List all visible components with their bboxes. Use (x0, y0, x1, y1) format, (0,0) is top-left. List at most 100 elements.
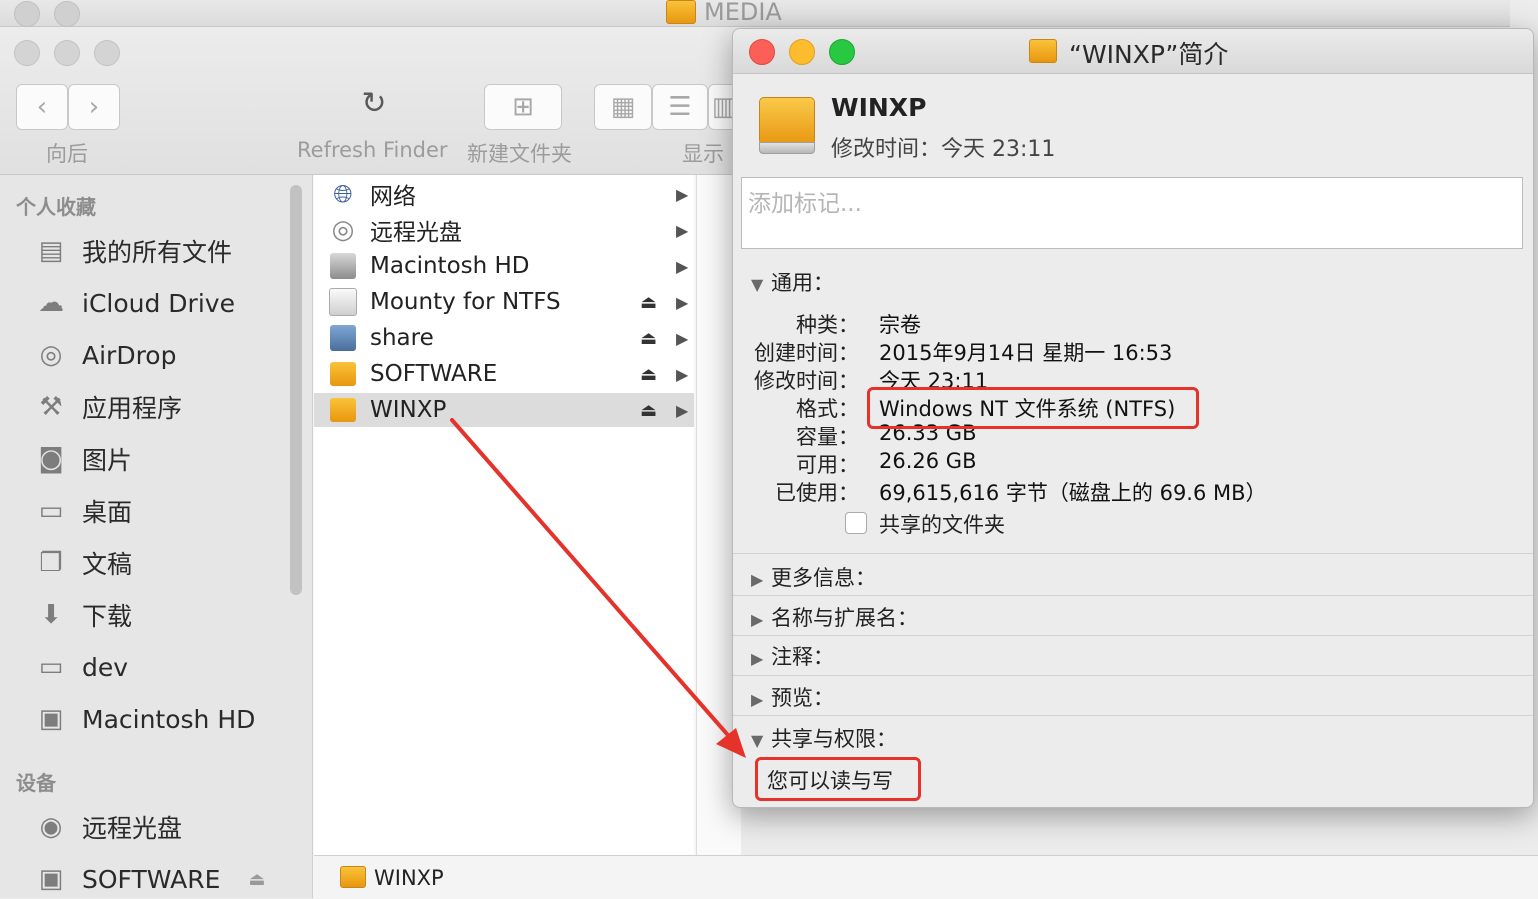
drive-icon (328, 360, 358, 388)
sidebar-item-remote-disc[interactable]: ◉ 远程光盘 (32, 807, 182, 847)
modified-key: 修改时间： (754, 369, 859, 393)
sidebar-item-label: SOFTWARE (82, 864, 221, 894)
minimize-button[interactable] (54, 40, 80, 66)
sidebar-item-pictures[interactable]: ◙ 图片 (32, 439, 132, 479)
background-window-title: MEDIA (704, 0, 782, 26)
list-item[interactable]: ◎ 远程光盘 ▶ (314, 213, 694, 247)
format-highlight-box (867, 387, 1199, 429)
sidebar-scrollbar[interactable] (290, 185, 302, 595)
finder-window: ‹ › 向后 ↻ Refresh Finder ⊞ 新建文件夹 ▦ ☰ ▥ 显示… (0, 28, 1538, 899)
sidebar-item-label: AirDrop (82, 340, 177, 370)
new-folder-button[interactable]: ⊞ (484, 84, 562, 130)
refresh-icon: ↻ (361, 86, 387, 121)
info-titlebar: “WINXP”简介 (733, 29, 1533, 74)
column-list: 🌐︎ 网络 ▶ ◎ 远程光盘 ▶ Macintosh HD ▶ Mounty for NT… (314, 175, 694, 855)
icon-view-button[interactable]: ▦ (594, 84, 652, 130)
sidebar-item-all-files[interactable]: ▤ 我的所有文件 (32, 231, 232, 271)
tags-input[interactable]: 添加标记... (741, 177, 1523, 249)
info-window-title: “WINXP”简介 (1069, 40, 1229, 69)
chevron-right-icon: ▶ (676, 184, 689, 204)
shared-folder-label: 共享的文件夹 (879, 513, 1005, 537)
section-title: 注释： (771, 645, 834, 669)
available-value: 26.26 GB (879, 449, 977, 473)
section-more-info[interactable]: ▶ 更多信息： (751, 562, 876, 592)
list-item[interactable]: share ⏏ ▶ (314, 321, 694, 355)
all-files-icon: ▤ (38, 236, 64, 266)
chevron-right-icon: › (88, 92, 100, 122)
zoom-button[interactable] (94, 40, 120, 66)
eject-icon[interactable]: ⏏ (640, 364, 657, 385)
divider (733, 595, 1533, 596)
list-item[interactable]: 🌐︎ 网络 ▶ (314, 177, 694, 211)
section-comments[interactable]: ▶ 注释： (751, 641, 834, 671)
format-key: 格式： (796, 397, 859, 421)
hard-drive-icon: ▣ (38, 704, 64, 734)
used-key: 已使用： (775, 481, 859, 505)
sidebar-item-software[interactable]: ▣ SOFTWARE ⏏ (32, 859, 266, 899)
section-preview[interactable]: ▶ 预览： (751, 682, 834, 712)
sidebar-item-desktop[interactable]: ▭ 桌面 (32, 491, 132, 531)
info-window: “WINXP”简介 WINXP 修改时间：今天 23:11 添加标记... ▼ 通… (732, 28, 1534, 808)
sidebar-item-applications[interactable]: ⚒ 应用程序 (32, 387, 182, 427)
new-folder-label: 新建文件夹 (467, 142, 572, 166)
disclosure-closed-icon: ▶ (751, 610, 764, 629)
chevron-left-icon: ‹ (36, 92, 48, 122)
list-item-label: WINXP (370, 397, 447, 423)
close-button[interactable] (14, 40, 40, 66)
drive-icon (340, 866, 366, 888)
sidebar-item-airdrop[interactable]: ◎ AirDrop (32, 335, 177, 375)
sidebar-item-label: 文稿 (82, 550, 133, 579)
zoom-button[interactable] (829, 39, 855, 65)
sidebar-item-label: iCloud Drive (82, 288, 235, 318)
disc-icon: ◉ (39, 812, 63, 842)
disclosure-open-icon: ▼ (751, 731, 764, 750)
sidebar-item-macintosh-hd[interactable]: ▣ Macintosh HD (32, 699, 256, 739)
eject-icon[interactable]: ⏏ (248, 869, 265, 890)
chevron-right-icon: ▶ (676, 256, 689, 276)
network-drive-icon (328, 324, 358, 352)
cloud-icon: ☁ (38, 288, 64, 318)
eject-icon[interactable]: ⏏ (640, 328, 657, 349)
sidebar-item-icloud[interactable]: ☁ iCloud Drive (32, 283, 235, 323)
section-sharing-permissions[interactable]: ▼ 共享与权限： (751, 723, 897, 753)
divider (733, 675, 1533, 676)
refresh-label: Refresh Finder (297, 138, 448, 162)
bg-close-button[interactable] (14, 1, 40, 27)
sidebar-item-downloads[interactable]: ⬇ 下载 (32, 595, 132, 635)
view-label: 显示 (682, 142, 724, 166)
path-item[interactable]: WINXP (374, 866, 444, 890)
finder-toolbar: ‹ › 向后 ↻ Refresh Finder ⊞ 新建文件夹 ▦ ☰ ▥ 显示 (0, 28, 740, 175)
sidebar-item-dev[interactable]: ▭ dev (32, 647, 128, 687)
folder-icon: ▭ (38, 652, 64, 682)
download-icon: ⬇ (40, 600, 62, 630)
eject-icon[interactable]: ⏏ (640, 292, 657, 313)
back-button[interactable]: ‹ (16, 84, 68, 130)
chevron-right-icon: ▶ (676, 220, 689, 240)
list-item[interactable]: SOFTWARE ⏏ ▶ (314, 357, 694, 391)
list-item-label: Mounty for NTFS (370, 289, 561, 315)
section-title: 通用： (771, 271, 834, 295)
section-name-extension[interactable]: ▶ 名称与扩展名： (751, 602, 918, 632)
refresh-button[interactable]: ↻ (356, 86, 392, 126)
permission-highlight-box (755, 757, 921, 801)
list-item-selected[interactable]: WINXP ⏏ ▶ (314, 393, 694, 427)
sidebar-item-label: 应用程序 (82, 394, 183, 423)
drive-icon (759, 97, 815, 154)
section-title: 更多信息： (771, 566, 876, 590)
drive-icon (666, 0, 696, 24)
airdrop-icon: ◎ (39, 340, 63, 370)
minimize-button[interactable] (789, 39, 815, 65)
drive-icon: ▣ (38, 864, 64, 894)
list-view-button[interactable]: ☰ (652, 84, 708, 130)
forward-button[interactable]: › (68, 84, 120, 130)
close-button[interactable] (749, 39, 775, 65)
new-folder-icon: ⊞ (512, 92, 534, 122)
list-item[interactable]: Mounty for NTFS ⏏ ▶ (314, 285, 694, 319)
eject-icon[interactable]: ⏏ (640, 400, 657, 421)
kind-value: 宗卷 (879, 313, 921, 337)
section-general[interactable]: ▼ 通用： (751, 267, 834, 297)
sidebar-item-documents[interactable]: ❐ 文稿 (32, 543, 132, 583)
shared-folder-checkbox[interactable] (845, 512, 867, 534)
bg-minimize-button[interactable] (54, 1, 80, 27)
list-item[interactable]: Macintosh HD ▶ (314, 249, 694, 283)
